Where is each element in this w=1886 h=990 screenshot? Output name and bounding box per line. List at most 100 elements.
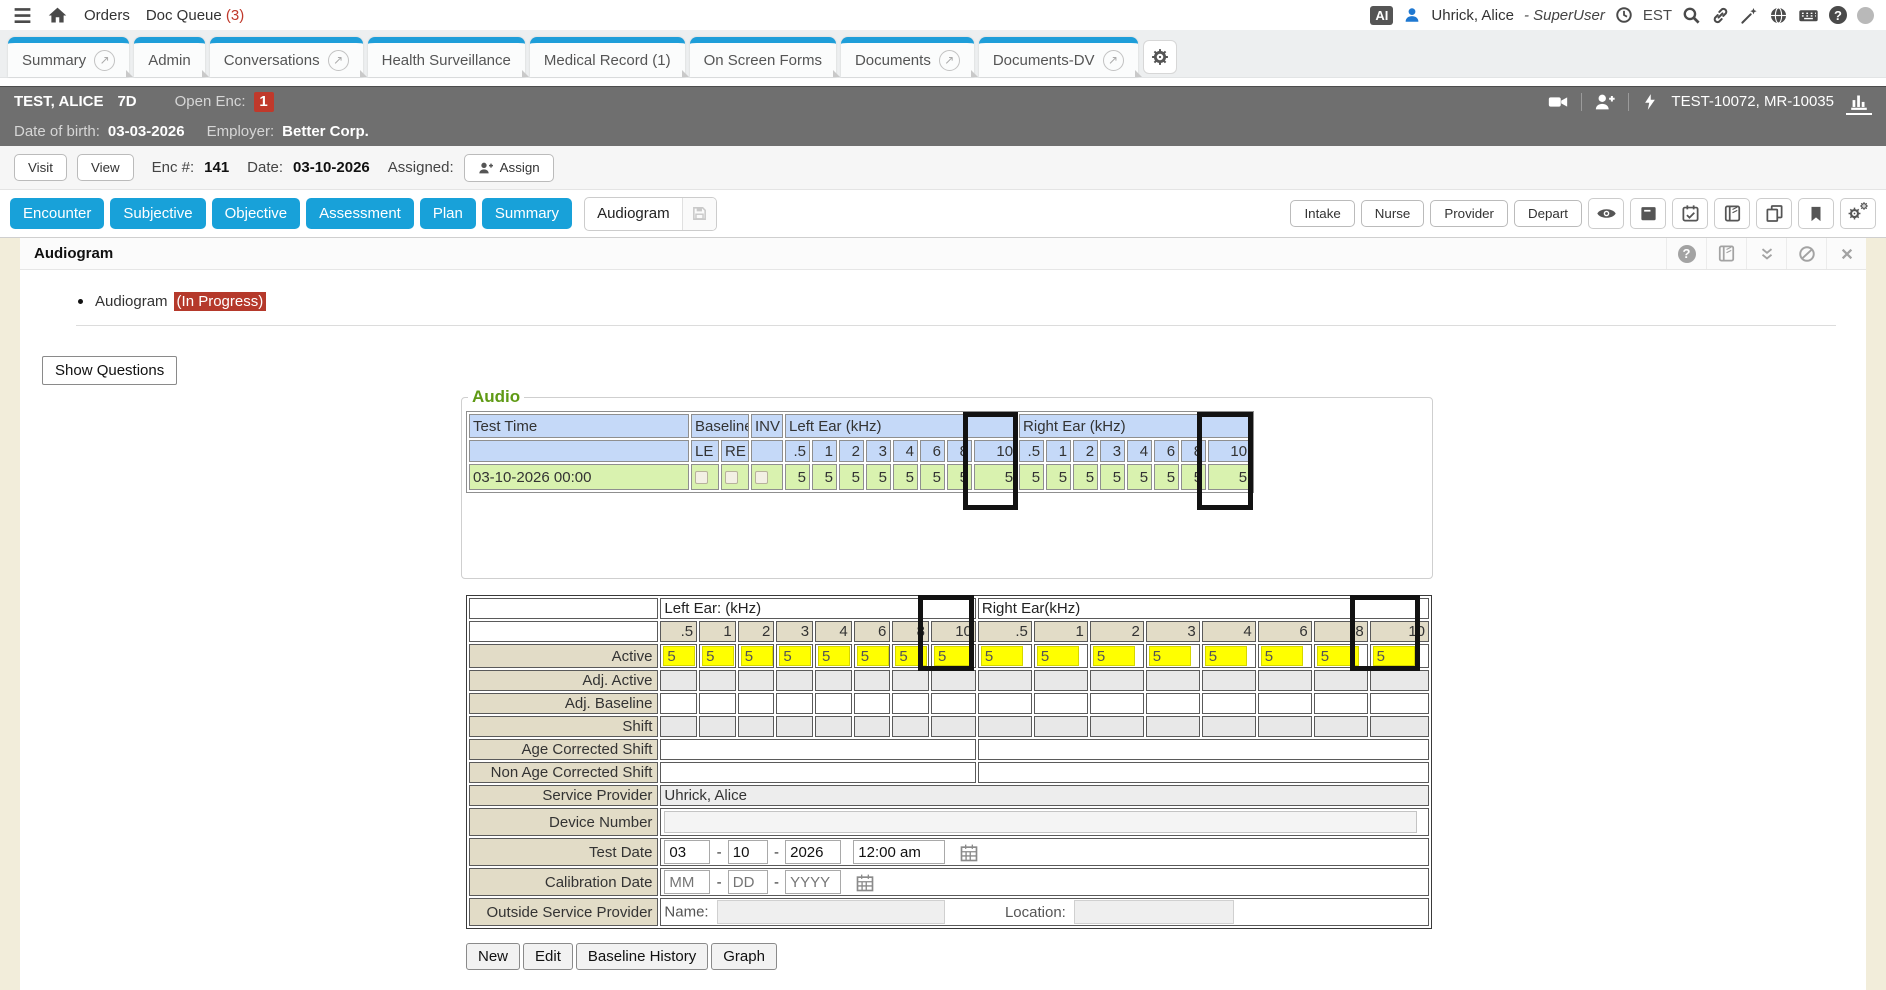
gears-icon[interactable] [1840,198,1876,229]
add-person-icon[interactable] [1594,91,1616,113]
calendar-icon[interactable] [959,843,979,863]
calibration-month-input[interactable] [664,870,710,894]
intake-button[interactable]: Intake [1290,200,1354,227]
popout-icon[interactable]: ↗ [328,50,349,71]
nav-assessment-button[interactable]: Assessment [306,198,414,229]
globe-icon[interactable] [1769,6,1788,25]
tab-summary[interactable]: Summary↗ [8,37,129,77]
baseline-le-cell[interactable] [691,464,719,490]
outside-name-input[interactable] [717,900,945,924]
nurse-button[interactable]: Nurse [1361,200,1425,227]
home-icon[interactable] [47,5,68,26]
active-input[interactable]: 5 [1093,646,1135,666]
book-icon[interactable] [1714,198,1750,229]
active-input[interactable]: 5 [1373,646,1415,666]
menu-doc-queue[interactable]: Doc Queue (3) [146,7,244,24]
active-input[interactable]: 5 [981,646,1023,666]
search-icon[interactable] [1682,6,1701,25]
inv-checkbox[interactable] [755,471,768,484]
video-camera-icon[interactable] [1547,91,1569,113]
nav-summary-button[interactable]: Summary [482,198,572,229]
archive-icon[interactable] [1630,198,1666,229]
assign-button[interactable]: Assign [464,154,554,182]
tab-documents[interactable]: Documents↗ [841,37,974,77]
active-input[interactable]: 5 [857,646,889,666]
active-input[interactable]: 5 [818,646,850,666]
graph-button[interactable]: Graph [711,943,777,970]
panel-help-icon[interactable]: ? [1666,238,1706,269]
lightning-icon[interactable] [1641,93,1659,111]
show-questions-button[interactable]: Show Questions [42,356,177,385]
ai-badge[interactable]: AI [1370,6,1393,25]
audiogram-list-item[interactable]: Audiogram (In Progress) [78,292,1866,311]
popout-icon[interactable]: ↗ [1103,50,1124,71]
tab-admin[interactable]: Admin [134,37,205,77]
popout-icon[interactable]: ↗ [94,50,115,71]
active-input[interactable]: 5 [1205,646,1247,666]
tab-medical-record[interactable]: Medical Record (1) [530,37,685,77]
active-input[interactable]: 5 [1317,646,1359,666]
nav-subjective-button[interactable]: Subjective [110,198,205,229]
test-time-value[interactable]: 03-10-2026 00:00 [469,464,689,490]
panel-close-icon[interactable] [1826,238,1866,269]
calibration-day-input[interactable] [728,870,768,894]
test-date-month-input[interactable] [664,840,710,864]
user-name[interactable]: Uhrick, Alice [1431,7,1514,24]
active-input[interactable]: 5 [1149,646,1191,666]
active-input[interactable]: 5 [934,646,972,666]
device-number-input[interactable] [664,811,1417,833]
edit-button[interactable]: Edit [523,943,573,970]
nav-objective-button[interactable]: Objective [212,198,301,229]
bookmark-icon[interactable] [1798,198,1834,229]
copy-icon[interactable] [1756,198,1792,229]
test-date-year-input[interactable] [785,840,841,864]
hamburger-menu-icon[interactable] [12,5,33,26]
nav-plan-button[interactable]: Plan [420,198,476,229]
audio-test-row[interactable]: 03-10-2026 00:00 5 5 5 5 5 5 5 5 [469,464,1251,490]
tab-conversations[interactable]: Conversations↗ [210,37,363,77]
chart-icon[interactable] [1846,89,1872,115]
baseline-history-button[interactable]: Baseline History [576,943,708,970]
open-enc-badge[interactable]: 1 [254,92,274,112]
save-icon[interactable] [682,197,716,231]
calendar-icon[interactable] [855,873,875,893]
provider-button[interactable]: Provider [1430,200,1508,227]
keyboard-icon[interactable] [1798,5,1819,26]
view-button[interactable]: View [77,154,134,181]
test-time-input[interactable] [853,840,945,864]
link-icon[interactable] [1711,6,1730,25]
calibration-year-input[interactable] [785,870,841,894]
popout-icon[interactable]: ↗ [939,50,960,71]
panel-cancel-icon[interactable] [1786,238,1826,269]
active-input[interactable]: 5 [895,646,927,666]
tab-health-surveillance[interactable]: Health Surveillance [368,37,525,77]
outside-location-input[interactable] [1074,900,1234,924]
nav-encounter-button[interactable]: Encounter [10,198,104,229]
baseline-re-checkbox[interactable] [725,471,738,484]
help-icon[interactable]: ? [1829,6,1847,24]
tab-on-screen-forms[interactable]: On Screen Forms [690,37,836,77]
audiogram-item-label[interactable]: Audiogram [95,293,168,310]
active-input[interactable]: 5 [663,646,695,666]
test-date-day-input[interactable] [728,840,768,864]
active-input[interactable]: 5 [1261,646,1303,666]
menu-orders[interactable]: Orders [84,7,130,24]
panel-book-icon[interactable] [1706,238,1746,269]
panel-collapse-chevrons-icon[interactable] [1746,238,1786,269]
wand-icon[interactable] [1740,6,1759,25]
active-input[interactable]: 5 [741,646,773,666]
baseline-re-cell[interactable] [721,464,749,490]
eye-icon[interactable] [1588,198,1624,229]
audiogram-doc-tab[interactable]: Audiogram [584,197,717,231]
active-input[interactable]: 5 [1037,646,1079,666]
active-input[interactable]: 5 [702,646,734,666]
depart-button[interactable]: Depart [1514,200,1582,227]
tab-documents-dv[interactable]: Documents-DV↗ [979,37,1138,77]
tab-settings-gear-icon[interactable] [1143,40,1177,74]
active-input[interactable]: 5 [779,646,811,666]
visit-button[interactable]: Visit [14,154,67,181]
inv-cell[interactable] [751,464,783,490]
calendar-check-icon[interactable] [1672,198,1708,229]
new-button[interactable]: New [466,943,520,970]
baseline-le-checkbox[interactable] [695,471,708,484]
